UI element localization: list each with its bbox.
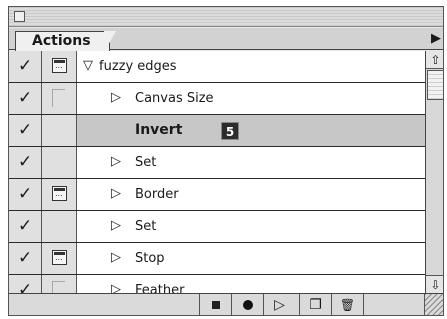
action-label: Invert bbox=[135, 122, 183, 138]
action-toolbar: ▷ ❐ 🗑 bbox=[9, 293, 443, 315]
toggle-column[interactable]: ✓ bbox=[9, 211, 42, 242]
action-content[interactable]: ▷ Stop bbox=[77, 243, 425, 274]
palette-title-bar[interactable] bbox=[9, 7, 443, 27]
action-label: Set bbox=[135, 219, 157, 234]
new-set-button[interactable]: ❐ bbox=[299, 294, 331, 315]
dialog-toggle-column[interactable] bbox=[42, 243, 77, 274]
action-row[interactable]: ✓ ▽ fuzzy edges bbox=[9, 51, 425, 83]
resize-grip[interactable] bbox=[424, 294, 443, 315]
scroll-up-arrow-icon[interactable]: ⇧ bbox=[426, 51, 443, 69]
action-content[interactable]: ▽ fuzzy edges bbox=[77, 51, 425, 82]
toggle-column[interactable]: ✓ bbox=[9, 243, 42, 274]
toggle-column[interactable]: ✓ bbox=[9, 83, 42, 114]
action-label: Stop bbox=[135, 251, 165, 266]
checkmark-icon[interactable]: ✓ bbox=[18, 89, 32, 107]
action-list: ✓▽fuzzy edges✓▷Canvas Size✓Invert5✓▷Set✓… bbox=[9, 51, 425, 307]
collapsed-triangle-icon[interactable]: ▷ bbox=[111, 186, 121, 202]
trash-icon: 🗑 bbox=[339, 298, 356, 312]
checkmark-icon[interactable]: ✓ bbox=[18, 121, 32, 139]
collapsed-triangle-icon[interactable]: ▷ bbox=[111, 90, 121, 106]
scroll-down-arrow-icon[interactable]: ⇩ bbox=[426, 275, 443, 293]
action-label: Border bbox=[135, 187, 179, 202]
action-content[interactable]: ▷ Set bbox=[77, 147, 425, 178]
dialog-icon[interactable] bbox=[52, 186, 67, 201]
toolbar-spacer bbox=[363, 294, 425, 315]
action-row[interactable]: ✓ ▷ Stop bbox=[9, 243, 425, 275]
checkmark-icon[interactable]: ✓ bbox=[18, 153, 32, 171]
action-set-label: fuzzy edges bbox=[99, 59, 177, 74]
dialog-toggle-column[interactable] bbox=[42, 147, 77, 178]
collapsed-triangle-icon[interactable]: ▷ bbox=[111, 250, 121, 266]
action-content[interactable]: ▷ Set bbox=[77, 211, 425, 242]
dialog-icon[interactable] bbox=[52, 250, 67, 265]
delete-button[interactable]: 🗑 bbox=[331, 294, 363, 315]
dialog-toggle-column[interactable] bbox=[42, 83, 77, 114]
toggle-column[interactable]: ✓ bbox=[9, 51, 42, 82]
checkmark-icon[interactable]: ✓ bbox=[18, 249, 32, 267]
action-content[interactable]: ▷ Border bbox=[77, 179, 425, 210]
scroll-thumb[interactable] bbox=[427, 70, 443, 100]
dialog-toggle-column[interactable] bbox=[42, 51, 77, 82]
action-label: Set bbox=[135, 155, 157, 170]
toggle-column[interactable]: ✓ bbox=[9, 147, 42, 178]
checkmark-icon[interactable]: ✓ bbox=[18, 57, 32, 75]
collapsed-triangle-icon[interactable]: ▷ bbox=[111, 154, 121, 170]
close-box[interactable] bbox=[14, 11, 25, 22]
play-triangle-icon: ▷ bbox=[274, 297, 285, 313]
action-row[interactable]: ✓ ▷ Set bbox=[9, 211, 425, 243]
dialog-toggle-column[interactable] bbox=[42, 211, 77, 242]
action-row[interactable]: ✓ ▷ Canvas Size bbox=[9, 83, 425, 115]
dialog-placeholder-icon bbox=[52, 89, 65, 107]
tab-actions[interactable]: Actions bbox=[15, 31, 116, 52]
actions-palette: Actions ▶ ✓ ▽ fuzzy edges ✓ ▷ Canvas Size ✓ Inv… bbox=[8, 6, 444, 316]
record-button[interactable] bbox=[231, 294, 263, 315]
action-row[interactable]: ✓ ▷ Border bbox=[9, 179, 425, 211]
action-content[interactable]: Invert 5 bbox=[77, 115, 425, 146]
checkmark-icon[interactable]: ✓ bbox=[18, 217, 32, 235]
checkmark-icon[interactable]: ✓ bbox=[18, 185, 32, 203]
vertical-scrollbar[interactable]: ⇧ ⇩ bbox=[425, 51, 443, 293]
expanded-triangle-icon[interactable]: ▽ bbox=[83, 58, 93, 74]
dialog-icon[interactable] bbox=[52, 58, 67, 73]
stop-button[interactable] bbox=[199, 294, 231, 315]
action-content[interactable]: ▷ Canvas Size bbox=[77, 83, 425, 114]
action-row[interactable]: ✓ Invert 5 bbox=[9, 115, 425, 147]
record-circle-icon bbox=[242, 300, 253, 310]
new-set-icon: ❐ bbox=[309, 297, 322, 313]
tab-strip: Actions ▶ bbox=[9, 28, 443, 52]
dialog-toggle-column[interactable] bbox=[42, 115, 77, 146]
play-button[interactable]: ▷ bbox=[263, 294, 295, 315]
step-number-badge: 5 bbox=[221, 122, 239, 140]
collapsed-triangle-icon[interactable]: ▷ bbox=[111, 218, 121, 234]
palette-menu-arrow-icon[interactable]: ▶ bbox=[431, 31, 441, 47]
dialog-toggle-column[interactable] bbox=[42, 179, 77, 210]
stop-square-icon bbox=[211, 301, 220, 309]
action-label: Canvas Size bbox=[135, 91, 214, 106]
action-row[interactable]: ✓ ▷ Set bbox=[9, 147, 425, 179]
toggle-column[interactable]: ✓ bbox=[9, 115, 42, 146]
toggle-column[interactable]: ✓ bbox=[9, 179, 42, 210]
